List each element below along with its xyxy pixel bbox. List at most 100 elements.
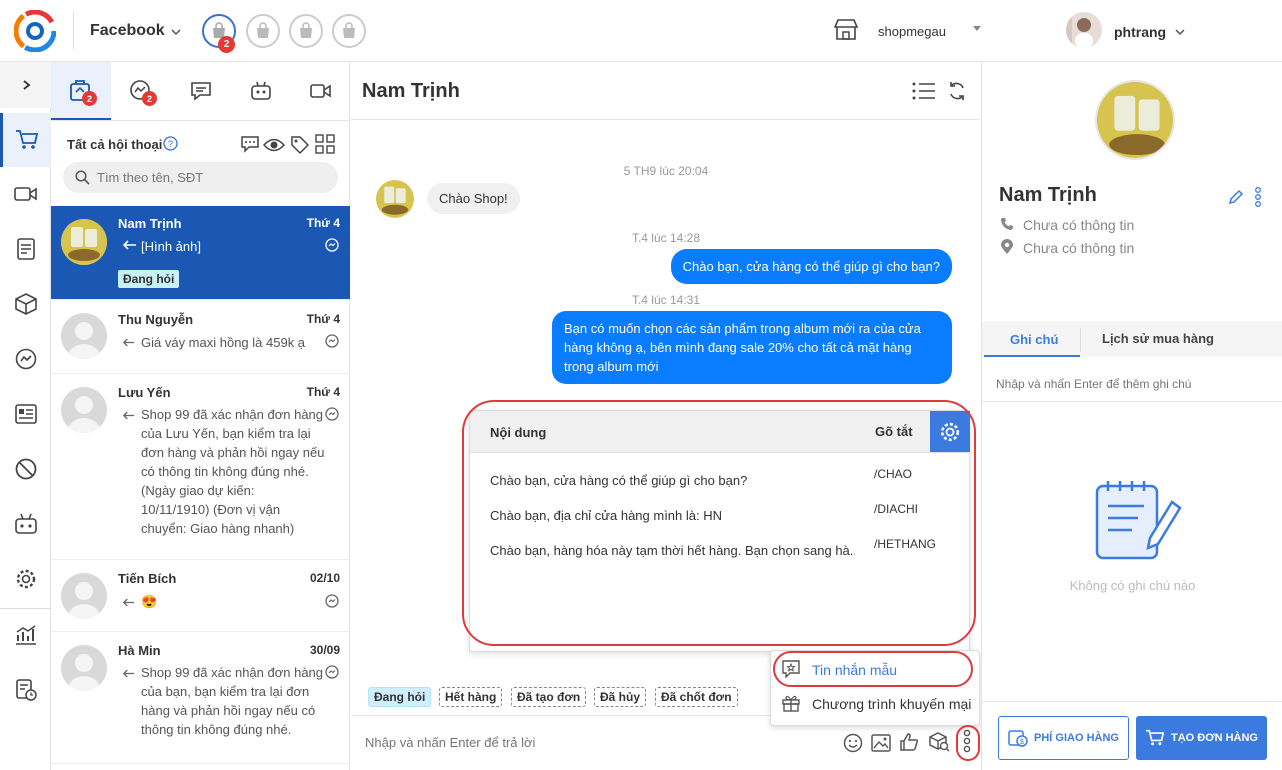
divider bbox=[351, 119, 980, 120]
customer-name: Nam Trịnh bbox=[999, 184, 1097, 206]
contact-avatar bbox=[376, 180, 414, 218]
shop-page-icon[interactable] bbox=[246, 14, 280, 48]
shop-page-icon[interactable] bbox=[332, 14, 366, 48]
last-message: Shop 99 đã xác nhận đơn hàng của bạn, bạ… bbox=[141, 665, 324, 737]
left-rail bbox=[0, 62, 51, 770]
tab-badge: 2 bbox=[82, 91, 97, 106]
contact-name: Nam Trịnh bbox=[118, 216, 182, 231]
settings-icon[interactable] bbox=[0, 554, 51, 604]
top-bar: Facebook 2 shopmegau phtrang bbox=[0, 0, 1282, 62]
shipping-fee-label: PHÍ GIAO HÀNG bbox=[1034, 732, 1119, 744]
create-order-button[interactable]: TẠO ĐƠN HÀNG bbox=[1136, 716, 1267, 760]
user-name[interactable]: phtrang bbox=[1114, 24, 1166, 40]
customer-avatar bbox=[1095, 80, 1175, 160]
last-message: 😍 bbox=[141, 594, 158, 609]
divider bbox=[51, 120, 350, 121]
last-message: Shop 99 đã xác nhận đơn hàng của Lưu Yến… bbox=[141, 407, 325, 536]
messenger-small-icon bbox=[325, 238, 339, 252]
contact-name: Tiến Bích bbox=[118, 571, 177, 586]
empty-notes-text: Không có ghi chú nào bbox=[1069, 578, 1196, 593]
chevron-down-icon[interactable] bbox=[170, 26, 182, 38]
highlight-annotation bbox=[956, 725, 980, 761]
divider bbox=[73, 12, 74, 50]
app-logo-icon[interactable] bbox=[14, 10, 56, 52]
list-icon[interactable] bbox=[912, 82, 936, 100]
conversation-item[interactable]: Tiến Bích 02/10 😍 bbox=[51, 560, 350, 632]
quick-tag[interactable]: Đang hỏi bbox=[368, 687, 432, 707]
avatar bbox=[61, 313, 107, 359]
quick-tag[interactable]: Đã hủy bbox=[594, 687, 647, 707]
shop-page-icon[interactable] bbox=[289, 14, 323, 48]
last-message: Giá váy maxi hồng là 459k ạ bbox=[141, 335, 306, 350]
search-icon bbox=[75, 170, 90, 185]
conversation-item[interactable]: Lưu Yến Thứ 4 Shop 99 đã xác nhận đơn hà… bbox=[51, 374, 350, 560]
tab-comments[interactable] bbox=[171, 62, 231, 120]
reply-input[interactable] bbox=[365, 732, 815, 752]
platform-name[interactable]: Facebook bbox=[90, 22, 165, 40]
avatar bbox=[61, 573, 107, 619]
help-icon[interactable]: ? bbox=[163, 136, 178, 151]
bot-icon[interactable] bbox=[0, 499, 51, 549]
note-input[interactable] bbox=[996, 374, 1266, 394]
caret-down-icon[interactable] bbox=[972, 25, 982, 33]
quick-tag[interactable]: Đã chốt đơn bbox=[655, 687, 738, 707]
conversation-item[interactable]: Nam Trịnh Thứ 4 [Hình ảnh] Đang hỏi bbox=[51, 206, 350, 300]
refresh-icon[interactable] bbox=[947, 81, 967, 101]
conversation-day: Thứ 4 bbox=[306, 216, 340, 230]
cart-icon bbox=[1146, 729, 1165, 746]
more-vertical-icon[interactable] bbox=[1254, 186, 1262, 208]
svg-text:$: $ bbox=[1020, 739, 1024, 746]
conversation-item[interactable]: Thu Nguyễn Thứ 4 Giá váy maxi hồng là 45… bbox=[51, 300, 350, 374]
box-icon[interactable] bbox=[0, 279, 51, 329]
tab-shop-messages[interactable] bbox=[51, 62, 111, 120]
emoji-icon[interactable] bbox=[843, 733, 863, 753]
tag-icon[interactable] bbox=[290, 135, 310, 155]
avatar bbox=[61, 219, 107, 265]
message-timestamp: T.4 lúc 14:31 bbox=[631, 293, 701, 307]
eye-icon[interactable] bbox=[263, 137, 285, 153]
search-input[interactable] bbox=[97, 167, 327, 188]
filter-title[interactable]: Tất cả hội thoại bbox=[67, 137, 162, 152]
menu-item-promotions[interactable]: Chương trình khuyến mại bbox=[812, 696, 971, 712]
phone-icon bbox=[1000, 217, 1014, 231]
grid-icon[interactable] bbox=[315, 134, 335, 154]
search-box[interactable] bbox=[63, 162, 338, 193]
conversation-item[interactable]: Hà Min 30/09 Shop 99 đã xác nhận đơn hàn… bbox=[51, 632, 350, 764]
chat-filter-icon[interactable] bbox=[240, 135, 260, 153]
tab-bot[interactable] bbox=[231, 62, 291, 120]
tab-purchase-history[interactable]: Lịch sử mua hàng bbox=[1102, 331, 1214, 346]
tab-notes[interactable]: Ghi chú bbox=[1010, 332, 1058, 347]
cart-icon[interactable] bbox=[0, 113, 51, 167]
messenger-icon[interactable] bbox=[0, 334, 51, 384]
edit-icon[interactable] bbox=[1228, 189, 1244, 205]
avatar bbox=[61, 387, 107, 433]
contact-card-icon[interactable] bbox=[0, 389, 51, 439]
chat-contact-name: Nam Trịnh bbox=[362, 80, 460, 102]
document-icon[interactable] bbox=[0, 224, 51, 274]
svg-text:?: ? bbox=[168, 139, 173, 149]
reply-arrow-icon bbox=[123, 338, 135, 347]
user-avatar[interactable] bbox=[1066, 12, 1102, 48]
customer-phone: Chưa có thông tin bbox=[1023, 217, 1135, 233]
shop-name[interactable]: shopmegau bbox=[878, 24, 946, 39]
shipping-icon: $ bbox=[1008, 730, 1028, 747]
chart-icon[interactable] bbox=[0, 610, 51, 660]
product-search-icon[interactable] bbox=[928, 732, 950, 752]
messenger-small-icon bbox=[325, 334, 339, 348]
image-icon[interactable] bbox=[871, 734, 891, 752]
like-icon[interactable] bbox=[899, 732, 919, 752]
video-icon[interactable] bbox=[0, 169, 51, 219]
block-icon[interactable] bbox=[0, 444, 51, 494]
tab-video[interactable] bbox=[291, 62, 351, 120]
incoming-message: Chào Shop! bbox=[427, 183, 520, 214]
conversation-day: 30/09 bbox=[309, 643, 340, 657]
last-message: [Hình ảnh] bbox=[141, 239, 201, 254]
shipping-fee-button[interactable]: $ PHÍ GIAO HÀNG bbox=[998, 716, 1129, 760]
report-clock-icon[interactable] bbox=[0, 665, 51, 715]
quick-tag[interactable]: Đã tạo đơn bbox=[511, 687, 587, 707]
location-icon bbox=[1001, 239, 1013, 255]
tab-messenger[interactable] bbox=[111, 62, 171, 120]
quick-tag[interactable]: Hết hàng bbox=[439, 687, 503, 707]
chevron-down-icon[interactable] bbox=[1174, 26, 1186, 38]
expand-icon[interactable] bbox=[0, 62, 51, 108]
